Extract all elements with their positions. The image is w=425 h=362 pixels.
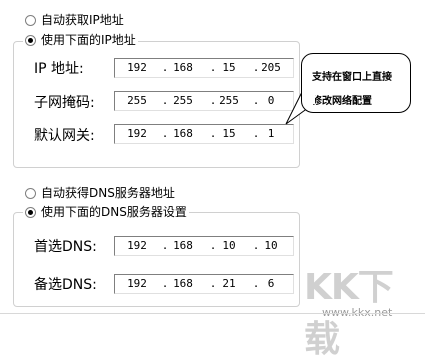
alternate-dns-octet-2: 168 <box>173 277 193 290</box>
alternate-dns-octet-4: 6 <box>267 277 275 290</box>
auto-dns-option[interactable]: 自动获得DNS服务器地址 <box>25 185 175 201</box>
auto-dns-radio[interactable] <box>25 187 36 199</box>
callout-line-1: 支持在窗口上直接 <box>312 72 392 83</box>
preferred-dns-octet-1: 192 <box>127 239 147 252</box>
callout-line-2: 修改网络配置 <box>312 96 372 107</box>
auto-dns-label: 自动获得DNS服务器地址 <box>41 186 175 200</box>
alternate-dns-octet-1: 192 <box>127 277 147 290</box>
preferred-dns-octet-2: 168 <box>173 239 193 252</box>
preferred-dns-label: 首选DNS: <box>34 239 97 255</box>
callout-pointer-mask <box>303 88 315 104</box>
preferred-dns-input[interactable]: 192 . 168 . 10 . 10 <box>114 236 294 256</box>
alternate-dns-label: 备选DNS: <box>34 277 97 293</box>
callout-bubble: 支持在窗口上直接 修改网络配置 <box>301 53 411 113</box>
manual-dns-label: 使用下面的DNS服务器设置 <box>41 205 187 219</box>
bottom-divider <box>0 313 425 314</box>
preferred-dns-octet-4: 10 <box>264 239 278 252</box>
alternate-dns-input[interactable]: 192 . 168 . 21 . 6 <box>114 274 294 294</box>
manual-dns-radio[interactable] <box>25 206 36 218</box>
manual-dns-option[interactable]: 使用下面的DNS服务器设置 <box>23 204 189 220</box>
alternate-dns-octet-3: 21 <box>222 277 236 290</box>
preferred-dns-octet-3: 10 <box>222 239 236 252</box>
